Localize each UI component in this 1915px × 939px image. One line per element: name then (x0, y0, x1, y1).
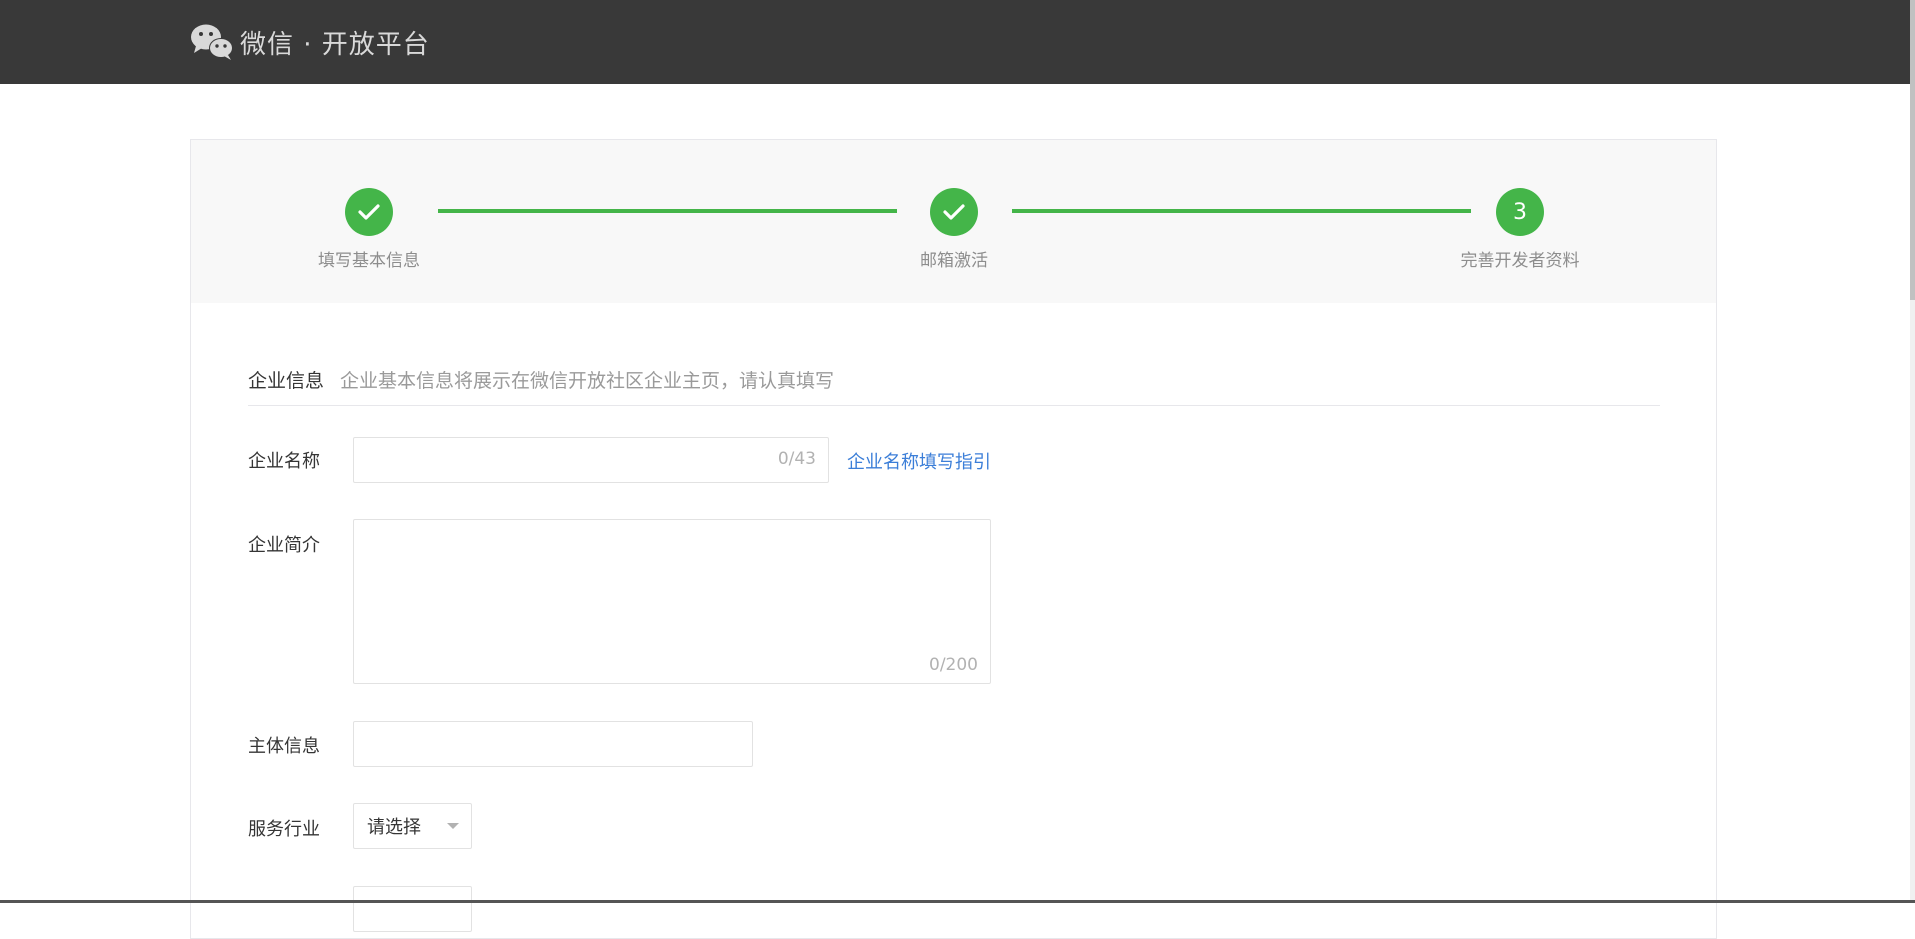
entity-info-input[interactable] (353, 721, 753, 767)
industry-select[interactable]: 请选择 (353, 803, 472, 849)
step-1-label: 填写基本信息 (318, 251, 420, 271)
company-name-guide-link[interactable]: 企业名称填写指引 (847, 448, 991, 474)
chevron-down-icon (447, 823, 459, 829)
step-1: 填写基本信息 (289, 188, 449, 271)
industry-select-value: 请选择 (367, 817, 421, 838)
company-intro-counter: 0/200 (929, 655, 978, 675)
entity-info-label: 主体信息 (248, 736, 320, 757)
step-connector-2 (1012, 209, 1471, 213)
brand-logo[interactable]: 微信 · 开放平台 (188, 22, 430, 62)
step-2-check (930, 188, 978, 236)
section-description: 企业基本信息将展示在微信开放社区企业主页，请认真填写 (340, 370, 835, 392)
step-1-check (345, 188, 393, 236)
company-name-input[interactable]: 0/43 (353, 437, 829, 483)
step-2-label: 邮箱激活 (920, 251, 988, 271)
company-name-counter: 0/43 (777, 449, 816, 469)
step-3: 3 完善开发者资料 (1440, 188, 1600, 271)
check-icon (358, 204, 380, 220)
step-2: 邮箱激活 (874, 188, 1034, 271)
company-intro-textarea[interactable]: 0/200 (353, 519, 991, 684)
industry-label: 服务行业 (248, 819, 320, 840)
section-title: 企业信息 (248, 370, 325, 392)
company-intro-label: 企业简介 (248, 535, 320, 556)
step-3-number: 3 (1496, 188, 1544, 236)
company-name-label: 企业名称 (248, 451, 320, 472)
progress-steps: 填写基本信息 邮箱激活 3 完善开发者资料 (191, 140, 1716, 303)
section-header: 企业信息 企业基本信息将展示在微信开放社区企业主页，请认真填写 (248, 366, 1660, 406)
step-3-label: 完善开发者资料 (1460, 251, 1580, 271)
brand-title: 微信 · 开放平台 (240, 29, 430, 60)
step-connector-1 (438, 209, 897, 213)
check-icon (943, 204, 965, 220)
registration-card: 填写基本信息 邮箱激活 3 完善开发者资料 企业信息 企业基本信息将展示在微信开… (190, 139, 1717, 939)
top-navigation-bar: 微信 · 开放平台 (0, 0, 1915, 84)
page-scrollbar-thumb[interactable] (1910, 0, 1915, 300)
next-select-partial[interactable] (353, 886, 472, 932)
wechat-logo-icon (191, 24, 233, 60)
